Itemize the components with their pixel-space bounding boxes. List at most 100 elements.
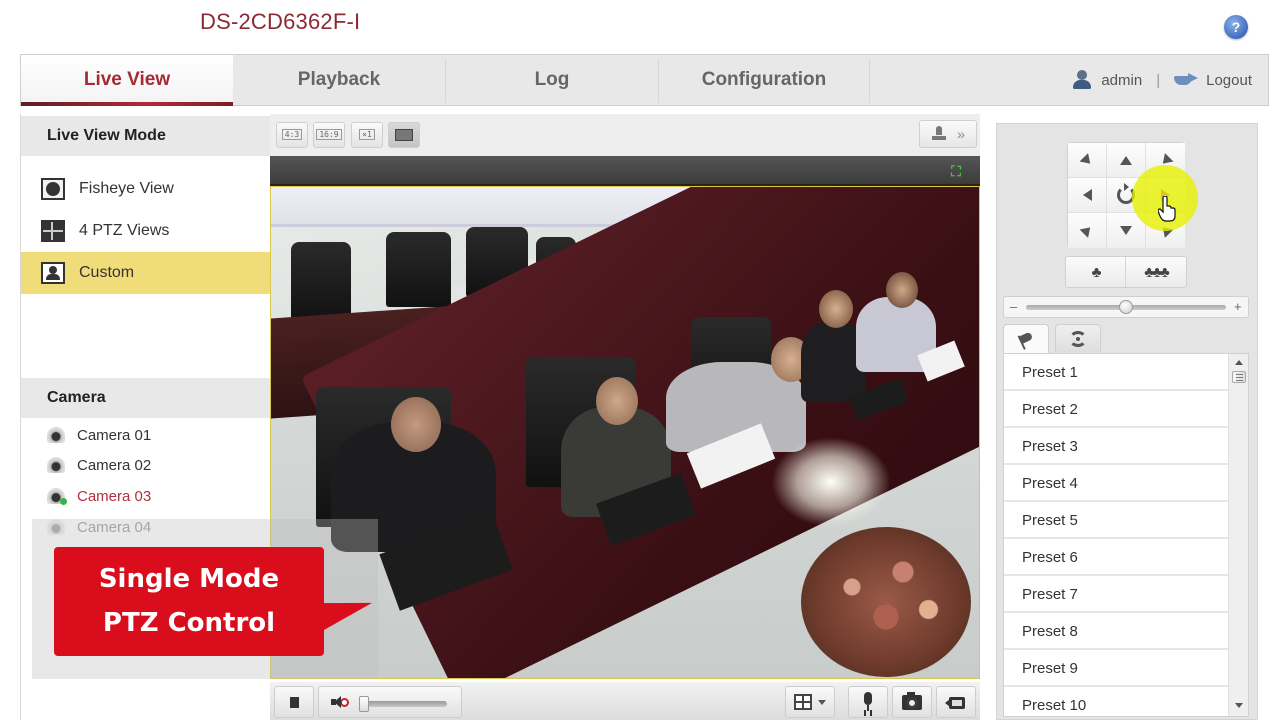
chevron-down-icon	[818, 699, 826, 705]
ratio-16-9-button[interactable]: 16:9	[313, 122, 345, 148]
stop-button[interactable]	[274, 686, 314, 718]
ptz-down-right-button[interactable]	[1146, 213, 1185, 248]
user-icon	[1071, 70, 1093, 90]
logout-icon[interactable]	[1174, 73, 1199, 87]
arrow-right-icon	[1161, 189, 1170, 201]
preset-tab[interactable]	[1003, 324, 1049, 354]
nav-divider	[869, 59, 870, 103]
fullscreen-icon[interactable]: ⛶	[948, 163, 964, 179]
patrol-tab[interactable]	[1055, 324, 1101, 352]
tab-live-view[interactable]: Live View	[21, 55, 233, 106]
preset-item[interactable]: Preset 10	[1004, 687, 1230, 716]
arrow-up-icon	[1120, 155, 1132, 165]
camera-label: Camera 01	[77, 426, 152, 444]
volume-control[interactable]	[318, 686, 462, 718]
arrow-up-right-icon	[1158, 152, 1173, 168]
speed-slider-thumb[interactable]	[1119, 300, 1133, 314]
mode-label: 4 PTZ Views	[79, 222, 170, 239]
video-toolbar: 4:3 16:9 ×1 »	[270, 114, 980, 156]
scrollbar-thumb[interactable]	[1232, 371, 1246, 383]
tree-single-icon: ♣	[1091, 263, 1102, 281]
preset-item[interactable]: Preset 8	[1004, 613, 1230, 650]
tab-configuration[interactable]: Configuration	[659, 55, 869, 105]
preset-item[interactable]: Preset 7	[1004, 576, 1230, 613]
zoom-button-group: ♣ ♣♣♣	[1065, 256, 1187, 288]
help-icon[interactable]: ?	[1224, 15, 1248, 39]
volume-slider[interactable]	[359, 696, 447, 712]
callout-line-1: Single Mode	[98, 564, 280, 594]
speed-increase-icon[interactable]: +	[1234, 299, 1242, 314]
video-scene-chair	[386, 232, 451, 307]
video-scene-chair	[291, 242, 351, 322]
ptz-down-left-button[interactable]	[1068, 213, 1107, 248]
logout-link[interactable]: Logout	[1206, 72, 1252, 89]
camera-capture-icon	[902, 691, 922, 710]
mode-custom[interactable]: Custom	[21, 252, 270, 294]
ptz-up-left-button[interactable]	[1068, 143, 1107, 178]
quad-view-icon	[41, 220, 65, 242]
microphone-button[interactable]	[848, 686, 888, 718]
user-separator: |	[1156, 71, 1161, 89]
preset-item[interactable]: Preset 6	[1004, 539, 1230, 576]
camera-label: Camera 03	[77, 487, 152, 505]
record-button[interactable]	[936, 686, 976, 718]
tab-log[interactable]: Log	[446, 55, 658, 105]
capture-button[interactable]	[892, 686, 932, 718]
user-area: admin | Logout	[1071, 55, 1252, 105]
ptz-left-button[interactable]	[1068, 178, 1107, 213]
ptz-speed-slider[interactable]: – +	[1003, 296, 1249, 318]
ratio-label: ×1	[359, 129, 375, 140]
ratio-original-button[interactable]: ×1	[351, 122, 383, 148]
camera-live-icon	[47, 488, 67, 505]
arrow-up-left-icon	[1079, 152, 1095, 168]
window-layout-button[interactable]	[785, 686, 835, 718]
ptz-auto-button[interactable]	[1107, 178, 1146, 213]
speaker-muted-icon[interactable]	[331, 695, 349, 709]
speed-slider-track[interactable]	[1026, 300, 1226, 314]
mode-fisheye-view[interactable]: Fisheye View	[21, 168, 270, 210]
preset-item[interactable]: Preset 5	[1004, 502, 1230, 539]
ratio-auto-button[interactable]	[388, 122, 420, 148]
ratio-4-3-button[interactable]: 4:3	[276, 122, 308, 148]
arrow-down-left-icon	[1079, 223, 1095, 238]
annotation-callout: Single Mode PTZ Control	[54, 547, 324, 656]
scroll-up-icon[interactable]	[1235, 360, 1243, 365]
ptz-direction-pad	[1067, 142, 1185, 248]
device-title: DS-2CD6362F-I	[200, 9, 361, 34]
preset-item[interactable]: Preset 4	[1004, 465, 1230, 502]
video-scene-person	[886, 272, 918, 308]
arrow-down-right-icon	[1158, 223, 1173, 238]
preset-item[interactable]: Preset 9	[1004, 650, 1230, 687]
live-view-mode-header: Live View Mode	[21, 116, 270, 156]
preset-item[interactable]: Preset 2	[1004, 391, 1230, 428]
zoom-out-button[interactable]: ♣♣♣	[1126, 257, 1186, 287]
preset-scrollbar[interactable]	[1228, 354, 1248, 716]
camera-header: Camera	[21, 378, 270, 418]
stop-icon	[289, 696, 299, 708]
video-scene-light	[771, 437, 891, 527]
volume-slider-thumb[interactable]	[359, 696, 369, 712]
mode-4-ptz-views[interactable]: 4 PTZ Views	[21, 210, 270, 252]
ptz-right-button[interactable]	[1146, 178, 1185, 213]
ptz-down-button[interactable]	[1107, 213, 1146, 248]
mode-label: Custom	[79, 264, 135, 281]
speed-decrease-icon[interactable]: –	[1010, 299, 1017, 314]
zoom-in-button[interactable]: ♣	[1066, 257, 1126, 287]
preset-item[interactable]: Preset 1	[1004, 354, 1230, 391]
preset-item[interactable]: Preset 3	[1004, 428, 1230, 465]
ptz-up-button[interactable]	[1107, 143, 1146, 178]
ptz-panel-toggle-button[interactable]: »	[919, 120, 977, 148]
custom-view-icon	[41, 262, 65, 284]
ptz-up-right-button[interactable]	[1146, 143, 1185, 178]
camera-item-active[interactable]: Camera 03	[21, 481, 270, 511]
mode-label: Fisheye View	[79, 180, 174, 197]
video-scene-person	[391, 397, 441, 452]
chevron-right-icon: »	[957, 126, 965, 142]
camera-item[interactable]: Camera 01	[21, 420, 270, 450]
callout-line-2: PTZ Control	[102, 608, 276, 638]
tab-playback[interactable]: Playback	[233, 55, 445, 105]
patrol-icon	[1069, 330, 1087, 347]
arrow-left-icon	[1082, 189, 1092, 201]
camera-item[interactable]: Camera 02	[21, 450, 270, 480]
scroll-down-icon[interactable]	[1235, 703, 1243, 708]
